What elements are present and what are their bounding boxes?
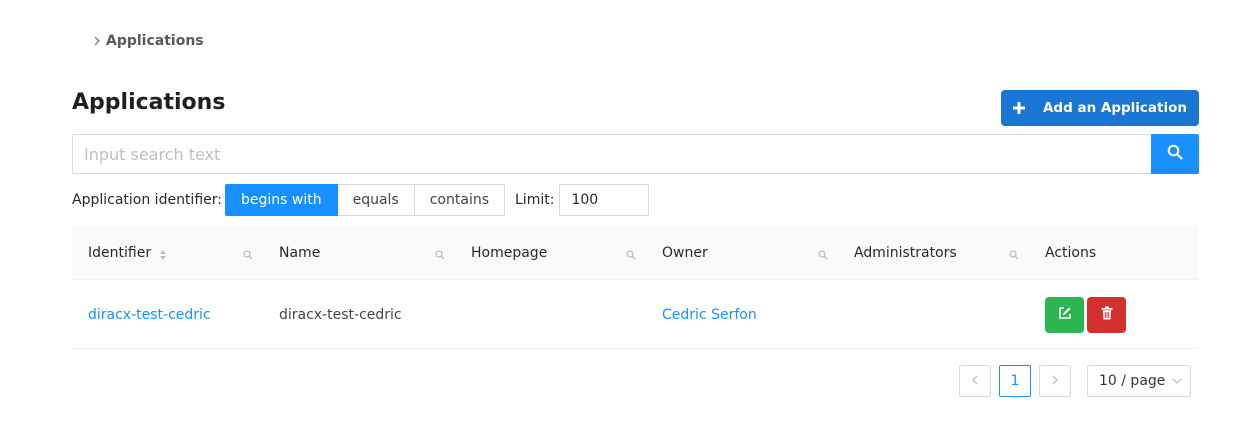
identifier-filter-label: Application identifier: bbox=[72, 192, 222, 208]
breadcrumb: Applications bbox=[90, 32, 204, 50]
identifier-link[interactable]: diracx-test-cedric bbox=[88, 307, 211, 323]
column-header-administrators[interactable]: Administrators bbox=[838, 226, 1029, 280]
breadcrumb-item-applications[interactable]: Applications bbox=[106, 33, 204, 49]
column-header-actions: Actions bbox=[1029, 226, 1198, 280]
chevron-right-icon bbox=[1051, 373, 1059, 389]
applications-table: Identifier Name Homepage Owner Administr… bbox=[72, 226, 1198, 349]
column-header-identifier[interactable]: Identifier bbox=[72, 226, 263, 280]
filter-option-equals[interactable]: equals bbox=[336, 184, 415, 216]
chevron-left-icon bbox=[971, 373, 979, 389]
identifier-filter-row: Application identifier: begins with equa… bbox=[72, 184, 650, 216]
column-header-homepage[interactable]: Homepage bbox=[455, 226, 646, 280]
filter-option-begins-with[interactable]: begins with bbox=[224, 184, 338, 216]
add-application-button[interactable]: Add an Application bbox=[1001, 90, 1199, 126]
filter-search-icon[interactable] bbox=[1009, 248, 1019, 264]
filter-option-contains[interactable]: contains bbox=[413, 184, 505, 216]
column-header-owner[interactable]: Owner bbox=[646, 226, 838, 280]
cell-homepage bbox=[455, 280, 646, 349]
edit-button[interactable] bbox=[1045, 296, 1084, 333]
cell-administrators bbox=[838, 280, 1029, 349]
search-icon bbox=[1167, 144, 1183, 164]
sort-icon[interactable] bbox=[159, 249, 167, 261]
chevron-right-icon bbox=[90, 36, 104, 46]
cell-actions bbox=[1029, 280, 1198, 349]
delete-button[interactable] bbox=[1087, 296, 1126, 333]
prev-page-button[interactable] bbox=[959, 365, 991, 397]
owner-link[interactable]: Cedric Serfon bbox=[662, 307, 757, 323]
table-row: diracx-test-cedric diracx-test-cedric Ce… bbox=[72, 280, 1198, 349]
search-bar bbox=[72, 134, 1199, 174]
search-input[interactable] bbox=[72, 134, 1151, 174]
column-label: Homepage bbox=[471, 245, 548, 261]
column-label: Administrators bbox=[854, 245, 957, 261]
page-1-button[interactable]: 1 bbox=[999, 365, 1031, 397]
column-header-name[interactable]: Name bbox=[263, 226, 455, 280]
cell-name: diracx-test-cedric bbox=[279, 306, 402, 323]
column-label: Name bbox=[279, 245, 321, 261]
plus-icon bbox=[1001, 90, 1037, 126]
page-size-label: 10 / page bbox=[1099, 373, 1166, 389]
search-button[interactable] bbox=[1151, 134, 1199, 174]
limit-label: Limit: bbox=[515, 192, 555, 208]
filter-search-icon[interactable] bbox=[626, 248, 636, 264]
column-label: Identifier bbox=[88, 245, 152, 261]
page-title: Applications bbox=[72, 90, 226, 115]
chevron-down-icon bbox=[1172, 373, 1182, 389]
filter-search-icon[interactable] bbox=[243, 248, 253, 264]
trash-icon bbox=[1101, 306, 1113, 324]
cell-identifier: diracx-test-cedric bbox=[72, 280, 263, 349]
cell-owner: Cedric Serfon bbox=[646, 280, 838, 349]
filter-search-icon[interactable] bbox=[818, 248, 828, 264]
next-page-button[interactable] bbox=[1039, 365, 1071, 397]
limit-input[interactable] bbox=[559, 184, 650, 216]
pagination: 1 10 / page bbox=[959, 365, 1191, 397]
edit-icon bbox=[1058, 306, 1072, 324]
column-label: Actions bbox=[1045, 245, 1097, 261]
filter-search-icon[interactable] bbox=[435, 248, 445, 264]
add-application-label: Add an Application bbox=[1042, 100, 1187, 116]
page-size-select[interactable]: 10 / page bbox=[1087, 365, 1191, 397]
column-label: Owner bbox=[662, 245, 708, 261]
table-header: Identifier Name Homepage Owner Administr… bbox=[72, 226, 1198, 280]
